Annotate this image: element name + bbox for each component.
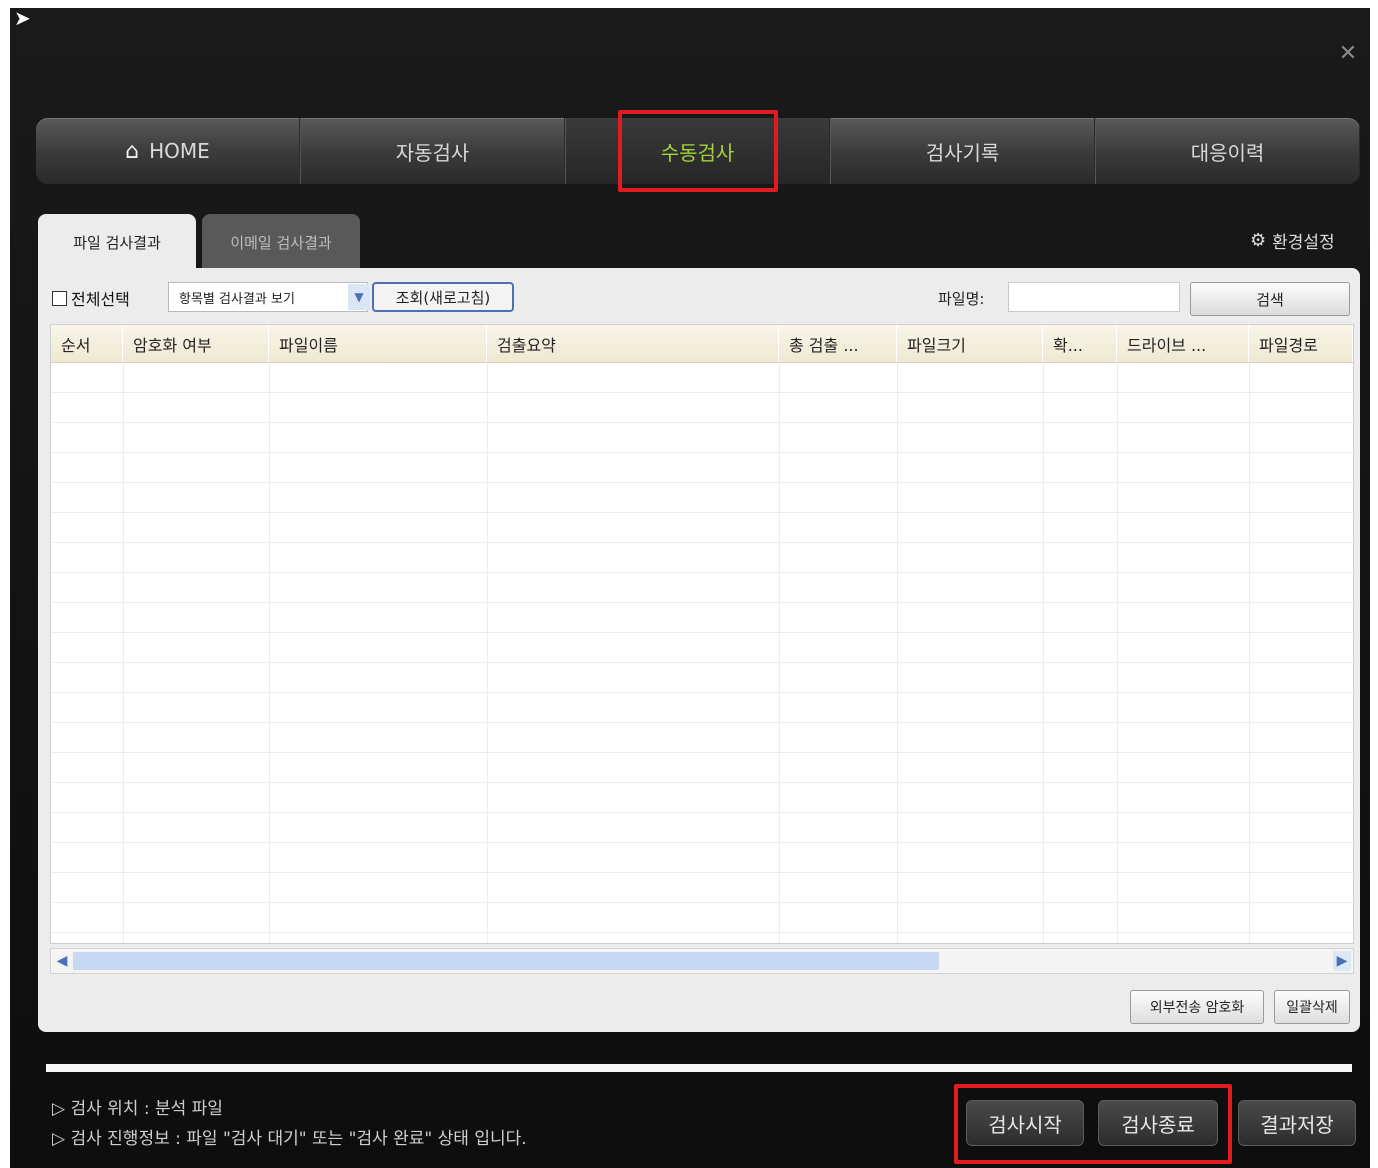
progress-bar (46, 1064, 1352, 1072)
column-divider (487, 363, 488, 943)
save-results-button[interactable]: 결과저장 (1238, 1100, 1356, 1146)
results-panel: 전체선택 항목별 검사결과 보기 ▼ 조회(새로고침) 파일명: 검색 순서 암… (38, 268, 1360, 1032)
column-divider (1117, 363, 1118, 943)
mouse-cursor-icon: ➤ (14, 6, 31, 30)
column-divider (779, 363, 780, 943)
column-divider (1249, 363, 1250, 943)
column-header[interactable]: 암호화 여부 (123, 325, 269, 362)
view-option-select[interactable]: 항목별 검사결과 보기 (168, 282, 368, 312)
nav-item-label: 대응이력 (1190, 140, 1265, 165)
table-grid (51, 363, 1353, 943)
status-scan-location: ▷ 검사 위치 : 분석 파일 (52, 1099, 223, 1119)
highlight-box-manual-scan (618, 110, 778, 192)
home-icon: ⌂ (125, 138, 140, 164)
chevron-right-icon[interactable]: ▶ (1333, 951, 1351, 971)
nav-item-label: HOME (149, 139, 210, 163)
select-all-checkbox[interactable]: 전체선택 (52, 286, 130, 310)
refresh-button[interactable]: 조회(새로고침) (372, 282, 514, 312)
delete-all-button[interactable]: 일괄삭제 (1274, 990, 1350, 1024)
tab-file-results[interactable]: 파일 검사결과 (38, 214, 196, 270)
column-header[interactable]: 순서 (51, 325, 123, 362)
column-header[interactable]: 파일이름 (269, 325, 487, 362)
column-divider (897, 363, 898, 943)
checkbox-box[interactable] (52, 290, 67, 306)
scrollbar-thumb[interactable] (73, 952, 939, 970)
nav-item-response-history[interactable]: 대응이력 (1095, 118, 1360, 184)
column-header[interactable]: 확... (1043, 325, 1117, 362)
select-all-label: 전체선택 (71, 290, 130, 309)
gear-icon: ⚙ (1250, 230, 1267, 251)
nav-item-label: 검사기록 (925, 140, 1000, 165)
highlight-box-scan-buttons (954, 1084, 1232, 1164)
table-header: 순서 암호화 여부 파일이름 검출요약 총 검출 ... 파일크기 확... 드… (51, 325, 1353, 363)
column-header[interactable]: 드라이브 ... (1117, 325, 1249, 362)
horizontal-scrollbar[interactable]: ◀ ▶ (50, 948, 1354, 974)
results-toolbar: 전체선택 항목별 검사결과 보기 ▼ 조회(새로고침) 파일명: 검색 (38, 280, 1360, 316)
external-encrypt-button[interactable]: 외부전송 암호화 (1130, 990, 1264, 1024)
nav-item-scan-history[interactable]: 검사기록 (830, 118, 1095, 184)
nav-item-home[interactable]: ⌂ HOME (36, 118, 300, 184)
close-icon[interactable]: ✕ (1334, 40, 1362, 68)
chevron-down-icon[interactable]: ▼ (348, 284, 370, 310)
column-header[interactable]: 총 검출 ... (779, 325, 897, 362)
nav-item-auto-scan[interactable]: 자동검사 (300, 118, 565, 184)
column-header[interactable]: 검출요약 (487, 325, 779, 362)
column-divider (1043, 363, 1044, 943)
filename-input[interactable] (1008, 282, 1180, 312)
column-divider (269, 363, 270, 943)
status-scan-progress: ▷ 검사 진행정보 : 파일 "검사 대기" 또는 "검사 완료" 상태 입니다… (52, 1129, 527, 1149)
settings-link[interactable]: ⚙ 환경설정 (1250, 228, 1335, 253)
settings-label: 환경설정 (1272, 233, 1335, 253)
search-button[interactable]: 검색 (1190, 282, 1350, 316)
nav-item-label: 자동검사 (395, 140, 470, 165)
column-header[interactable]: 파일경로 (1249, 325, 1353, 362)
filename-label: 파일명: (938, 290, 985, 308)
table-body (51, 363, 1353, 943)
column-header[interactable]: 파일크기 (897, 325, 1043, 362)
tab-email-results[interactable]: 이메일 검사결과 (202, 214, 360, 270)
column-divider (123, 363, 124, 943)
results-table: 순서 암호화 여부 파일이름 검출요약 총 검출 ... 파일크기 확... 드… (50, 324, 1354, 944)
chevron-left-icon[interactable]: ◀ (53, 951, 71, 971)
